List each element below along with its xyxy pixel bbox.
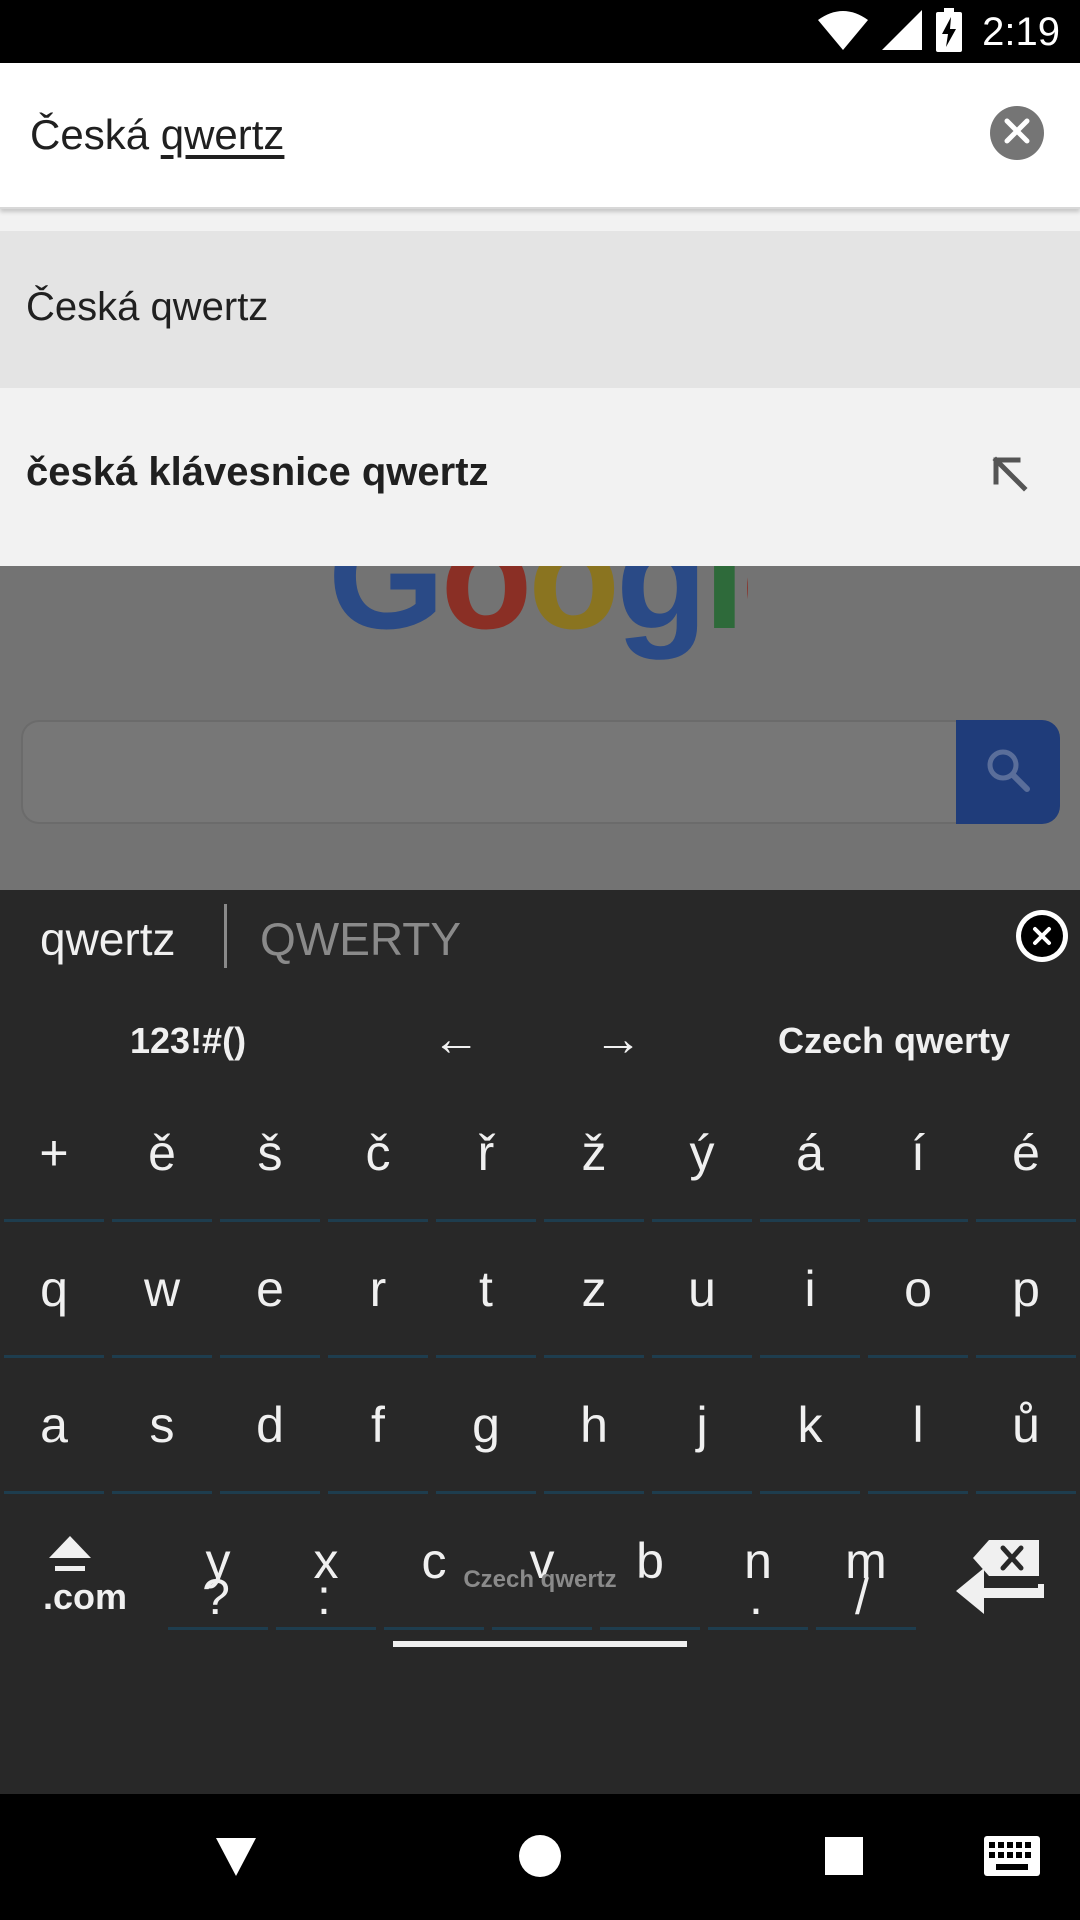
- key-i[interactable]: i: [760, 1238, 860, 1358]
- key-r[interactable]: r: [328, 1238, 428, 1358]
- suggestion-text: česká klávesnice qwertz: [26, 450, 489, 494]
- key-j[interactable]: j: [652, 1374, 752, 1494]
- recents-button[interactable]: [814, 1828, 874, 1888]
- key-slash[interactable]: /: [812, 1546, 912, 1666]
- key-plus[interactable]: +: [4, 1102, 104, 1222]
- symbols-key[interactable]: 123!#(): [130, 1020, 246, 1062]
- key-z[interactable]: z: [544, 1238, 644, 1358]
- key-z-caron[interactable]: ž: [544, 1102, 644, 1222]
- key-y-acute[interactable]: ý: [652, 1102, 752, 1222]
- space-bar-label: Czech qwertz: [463, 1566, 617, 1593]
- enter-key[interactable]: [950, 1546, 1050, 1666]
- cursor-left-key[interactable]: ←: [432, 1012, 480, 1067]
- key-h[interactable]: h: [544, 1374, 644, 1494]
- search-input[interactable]: Česká qwertz: [30, 111, 284, 159]
- key-t[interactable]: t: [436, 1238, 536, 1358]
- key-s[interactable]: s: [112, 1374, 212, 1494]
- space-bar-line: [393, 1641, 687, 1647]
- clear-search-button[interactable]: [990, 106, 1044, 160]
- page-search-field[interactable]: [21, 720, 961, 824]
- key-r-caron[interactable]: ř: [436, 1102, 536, 1222]
- candidate-bar: qwertz QWERTY: [0, 890, 1080, 990]
- candidate-divider: [224, 904, 227, 968]
- keyboard-tool-row: 123!#() ← → Czech qwerty: [0, 990, 1080, 1100]
- search-icon: [983, 745, 1033, 800]
- cursor-right-key[interactable]: →: [594, 1012, 642, 1067]
- key-i-acute[interactable]: í: [868, 1102, 968, 1222]
- omnibox[interactable]: Česká qwertz: [0, 63, 1080, 209]
- status-time: 2:19: [982, 9, 1060, 54]
- google-logo: Google: [328, 566, 825, 702]
- search-text-prefix: Česká: [30, 111, 161, 158]
- key-e-caron[interactable]: ě: [112, 1102, 212, 1222]
- key-period[interactable]: .: [706, 1546, 806, 1666]
- suggestion-item[interactable]: Česká qwertz: [0, 231, 1080, 388]
- key-e[interactable]: e: [220, 1238, 320, 1358]
- suggestion-item[interactable]: česká klávesnice qwertz: [0, 388, 1080, 566]
- space-bar[interactable]: Czech qwertz: [393, 1546, 687, 1656]
- layout-switch-key[interactable]: Czech qwerty: [778, 1020, 1010, 1062]
- svg-text:Google: Google: [328, 566, 748, 660]
- back-icon: [214, 1836, 258, 1881]
- key-l[interactable]: l: [868, 1374, 968, 1494]
- suggestion-spacer: [0, 209, 1080, 231]
- key-g[interactable]: g: [436, 1374, 536, 1494]
- suggestion-text: Česká qwertz: [26, 285, 269, 329]
- web-page-dimmed: Google: [0, 566, 1080, 890]
- recents-icon: [823, 1835, 865, 1882]
- status-icons: 2:19: [818, 7, 1060, 57]
- keyboard-switch-button[interactable]: [972, 1828, 1052, 1888]
- key-question[interactable]: ?: [166, 1546, 266, 1666]
- keyboard-switch-icon: [984, 1835, 1040, 1881]
- home-icon: [518, 1834, 562, 1883]
- key-colon[interactable]: :: [274, 1546, 374, 1666]
- home-button[interactable]: [510, 1828, 570, 1888]
- back-button[interactable]: [206, 1828, 266, 1888]
- candidate-secondary[interactable]: QWERTY: [260, 912, 461, 966]
- close-candidates-button[interactable]: [1016, 910, 1068, 962]
- navigation-bar: [0, 1794, 1080, 1920]
- key-s-caron[interactable]: š: [220, 1102, 320, 1222]
- insert-arrow-icon[interactable]: [982, 446, 1038, 502]
- suggestion-list: Česká qwertz česká klávesnice qwertz: [0, 209, 1080, 566]
- close-icon: [1002, 116, 1032, 151]
- enter-icon: [954, 1566, 1046, 1628]
- dotcom-key[interactable]: .com: [30, 1546, 140, 1666]
- battery-charging-icon: [936, 7, 963, 57]
- key-f[interactable]: f: [328, 1374, 428, 1494]
- search-text-composing: qwertz: [160, 111, 285, 158]
- wifi-icon: [818, 10, 869, 55]
- key-q[interactable]: q: [4, 1238, 104, 1358]
- key-u[interactable]: u: [652, 1238, 752, 1358]
- key-o[interactable]: o: [868, 1238, 968, 1358]
- key-u-ring[interactable]: ů: [976, 1374, 1076, 1494]
- candidate-primary[interactable]: qwertz: [40, 912, 175, 966]
- key-a-acute[interactable]: á: [760, 1102, 860, 1222]
- key-k[interactable]: k: [760, 1374, 860, 1494]
- key-p[interactable]: p: [976, 1238, 1076, 1358]
- key-e-acute[interactable]: é: [976, 1102, 1076, 1222]
- soft-keyboard: qwertz QWERTY 123!#() ← → Czech qwerty +…: [0, 890, 1080, 1794]
- status-bar: 2:19: [0, 0, 1080, 63]
- key-w[interactable]: w: [112, 1238, 212, 1358]
- close-icon: [1021, 915, 1063, 957]
- key-c-caron[interactable]: č: [328, 1102, 428, 1222]
- key-a[interactable]: a: [4, 1374, 104, 1494]
- signal-icon: [882, 9, 923, 55]
- page-search-button[interactable]: [956, 720, 1060, 824]
- key-d[interactable]: d: [220, 1374, 320, 1494]
